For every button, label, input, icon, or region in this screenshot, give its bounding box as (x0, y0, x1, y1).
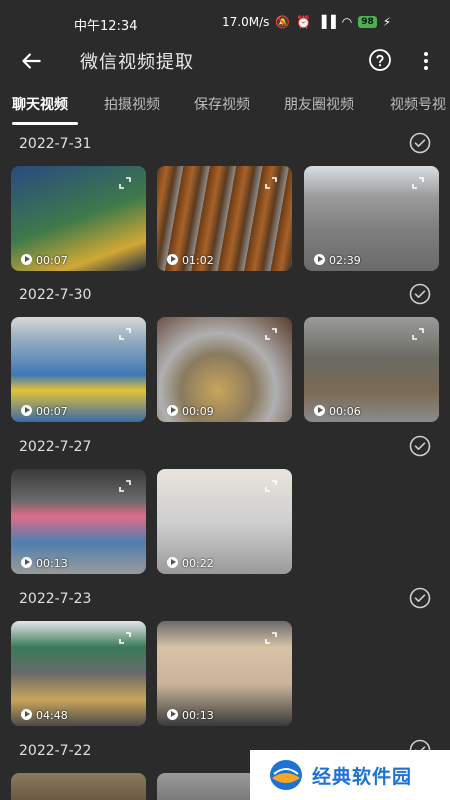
video-thumbnail[interactable]: 00:07 (11, 166, 146, 271)
expand-icon (412, 328, 424, 340)
expand-icon (265, 632, 277, 644)
video-thumbnail[interactable]: 00:13 (157, 621, 292, 726)
page-title: 微信视频提取 (80, 52, 194, 73)
play-icon (314, 405, 325, 416)
section-date: 2022-7-31 (19, 136, 92, 152)
watermark-text: 经典软件园 (312, 766, 413, 788)
section-date: 2022-7-22 (19, 743, 92, 759)
tab-bar: 聊天视频 拍摄视频 保存视频 朋友圈视频 视频号视 (0, 92, 450, 122)
expand-icon (412, 177, 424, 189)
play-icon (167, 254, 178, 265)
check-circle-icon[interactable] (409, 283, 431, 305)
video-thumbnail[interactable]: 04:48 (11, 621, 146, 726)
more-vert-icon[interactable] (418, 50, 434, 72)
arrow-left-icon[interactable] (18, 48, 44, 74)
video-thumbnail[interactable]: 00:06 (304, 317, 439, 422)
expand-icon (119, 177, 131, 189)
section-date: 2022-7-27 (19, 439, 92, 455)
video-thumbnail[interactable]: 01:02 (157, 166, 292, 271)
video-duration: 00:06 (329, 405, 361, 418)
tab-shot-videos[interactable]: 拍摄视频 (104, 94, 160, 114)
play-icon (21, 254, 32, 265)
video-duration: 04:48 (36, 709, 68, 722)
network-speed: 17.0M/s (222, 15, 270, 29)
check-circle-icon[interactable] (409, 587, 431, 609)
video-duration: 00:13 (36, 557, 68, 570)
video-duration: 00:07 (36, 254, 68, 267)
play-icon (21, 557, 32, 568)
status-time: 中午12:34 (74, 19, 138, 34)
tab-indicator (12, 122, 78, 125)
expand-icon (265, 328, 277, 340)
video-duration: 00:09 (182, 405, 214, 418)
play-icon (314, 254, 325, 265)
video-thumbnail[interactable]: 00:13 (11, 469, 146, 574)
check-circle-icon[interactable] (409, 132, 431, 154)
play-icon (167, 709, 178, 720)
video-duration: 02:39 (329, 254, 361, 267)
video-thumbnail[interactable] (11, 773, 146, 800)
video-thumbnail[interactable]: 02:39 (304, 166, 439, 271)
section-date: 2022-7-30 (19, 287, 92, 303)
status-icons: 17.0M/s 🔕 ⏰ ▐▐ ◠ 98 ⚡ (222, 15, 391, 29)
question-circle-icon[interactable] (368, 48, 392, 72)
play-icon (167, 557, 178, 568)
signal-icon: ▐▐ (317, 15, 336, 29)
video-duration: 00:22 (182, 557, 214, 570)
video-duration: 01:02 (182, 254, 214, 267)
play-icon (167, 405, 178, 416)
tab-channels-videos[interactable]: 视频号视 (390, 94, 446, 114)
app-bar: 微信视频提取 (0, 44, 450, 84)
battery-icon: 98 (358, 16, 377, 28)
status-bar: 中午12:34 17.0M/s 🔕 ⏰ ▐▐ ◠ 98 ⚡ (0, 0, 450, 44)
expand-icon (119, 632, 131, 644)
tab-saved-videos[interactable]: 保存视频 (194, 94, 250, 114)
play-icon (21, 405, 32, 416)
alarm-icon: ⏰ (296, 15, 312, 29)
mute-icon: 🔕 (275, 15, 291, 29)
expand-icon (119, 328, 131, 340)
tab-moments-videos[interactable]: 朋友圈视频 (284, 94, 354, 114)
check-circle-icon[interactable] (409, 435, 431, 457)
video-thumbnail[interactable]: 00:09 (157, 317, 292, 422)
logo-icon (270, 760, 302, 790)
video-thumbnail[interactable]: 00:07 (11, 317, 146, 422)
expand-icon (265, 177, 277, 189)
wifi-icon: ◠ (341, 15, 353, 29)
expand-icon (265, 480, 277, 492)
video-list[interactable]: 2022-7-31 00:07 01:02 02:39 2022-7-30 00… (0, 128, 450, 800)
watermark: 经典软件园 (250, 750, 450, 800)
video-duration: 00:13 (182, 709, 214, 722)
section-date: 2022-7-23 (19, 591, 92, 607)
play-icon (21, 709, 32, 720)
video-thumbnail[interactable]: 00:22 (157, 469, 292, 574)
tab-chat-videos[interactable]: 聊天视频 (12, 94, 68, 114)
charging-icon: ⚡ (382, 15, 392, 29)
expand-icon (119, 480, 131, 492)
video-duration: 00:07 (36, 405, 68, 418)
